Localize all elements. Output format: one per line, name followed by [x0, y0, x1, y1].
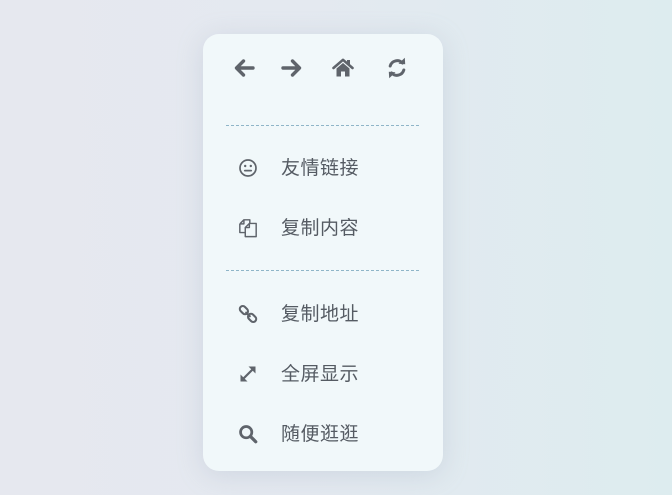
- back-button[interactable]: [232, 56, 256, 80]
- arrow-right-icon: [281, 59, 302, 77]
- menu-item-label: 随便逛逛: [281, 423, 360, 445]
- divider: [226, 270, 419, 271]
- menu-item-copy-content[interactable]: 复制内容: [203, 206, 443, 250]
- refresh-icon: [388, 57, 406, 79]
- divider: [226, 125, 419, 126]
- context-menu: 友情链接 复制内容 复制地址 全屏显示 随便逛逛: [203, 34, 443, 471]
- expand-icon: [238, 364, 258, 384]
- search-icon: [238, 424, 258, 444]
- menu-item-copy-address[interactable]: 复制地址: [203, 292, 443, 336]
- menu-item-friend-links[interactable]: 友情链接: [203, 146, 443, 190]
- refresh-button[interactable]: [385, 56, 409, 80]
- link-icon: [238, 304, 258, 324]
- menu-item-fullscreen[interactable]: 全屏显示: [203, 352, 443, 396]
- arrow-left-icon: [234, 59, 255, 77]
- smile-icon: [238, 158, 258, 178]
- navigation-row: [203, 34, 443, 100]
- menu-item-label: 复制地址: [281, 303, 360, 325]
- menu-item-label: 友情链接: [281, 157, 360, 179]
- forward-button[interactable]: [280, 56, 304, 80]
- copy-icon: [238, 218, 258, 238]
- menu-item-random-browse[interactable]: 随便逛逛: [203, 412, 443, 456]
- home-button[interactable]: [331, 56, 355, 80]
- menu-item-label: 全屏显示: [281, 363, 360, 385]
- home-icon: [332, 58, 354, 77]
- menu-item-label: 复制内容: [281, 217, 360, 239]
